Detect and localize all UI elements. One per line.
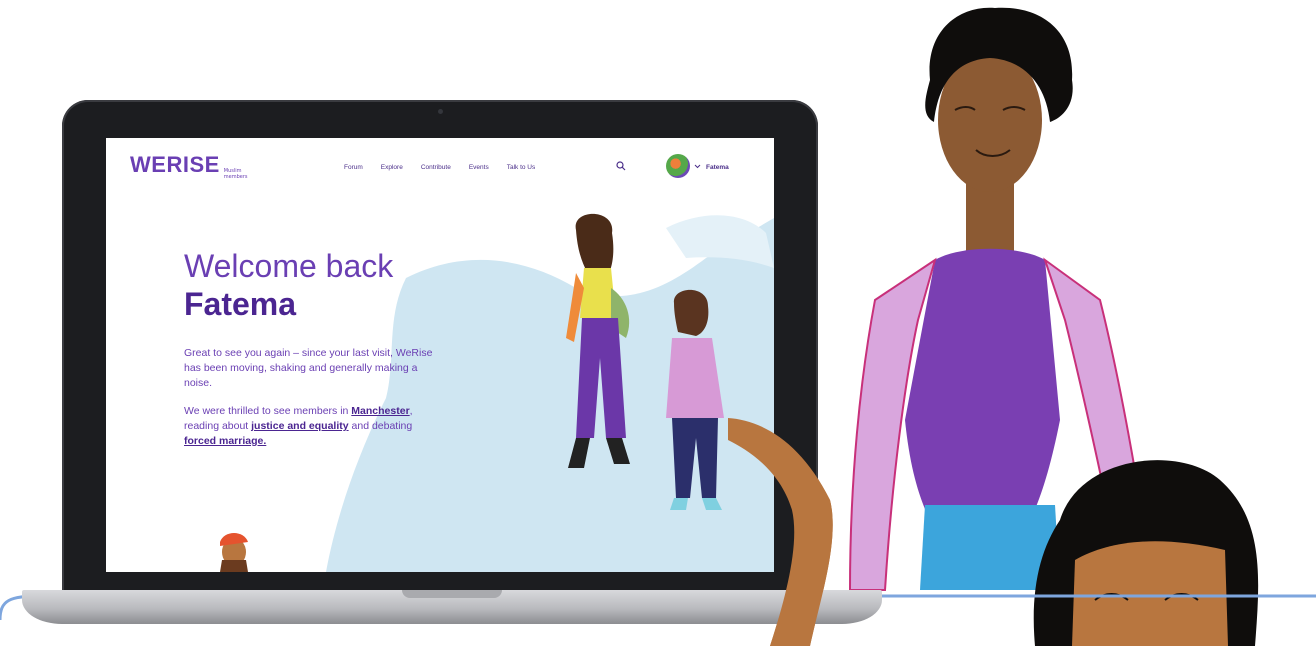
foreground-illustration <box>728 418 833 646</box>
illustration-arm-front <box>728 418 833 646</box>
